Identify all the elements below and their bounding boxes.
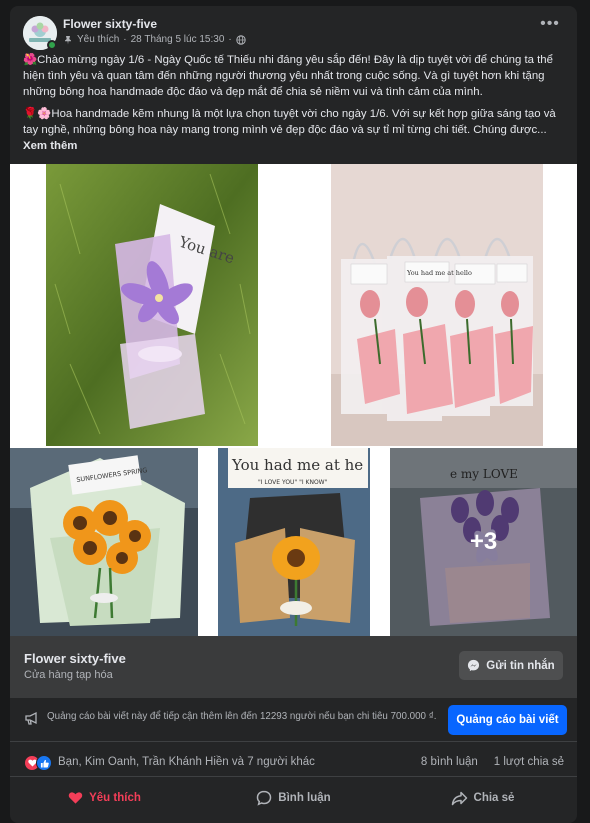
like-reaction-icon: [36, 755, 52, 771]
shop-bar: Flower sixty-five Cửa hàng tạp hóa Gửi t…: [10, 636, 577, 698]
share-label: Chia sẻ: [473, 792, 515, 804]
photo-4-card-text: You had me at he: [231, 456, 363, 474]
send-message-button[interactable]: Gửi tin nhắn: [459, 651, 563, 680]
meta-separator: ·: [123, 34, 127, 45]
post-paragraph-2-text: 🌹🌸Hoa handmade kẽm nhung là một lựa chọn…: [23, 108, 556, 137]
megaphone-icon: [25, 711, 37, 725]
photo-2-card-text: You had me at hello: [406, 269, 472, 277]
photo-2-image: You had me at hello: [295, 164, 577, 446]
boost-bar: Quảng cáo bài viết này để tiếp cận thêm …: [10, 698, 577, 742]
heart-icon: [68, 792, 83, 804]
more-photos-overlay[interactable]: +3: [390, 448, 577, 636]
photo-2[interactable]: You had me at hello: [295, 164, 577, 446]
like-button[interactable]: Yêu thích: [10, 779, 199, 817]
shop-category: Cửa hàng tạp hóa: [24, 669, 113, 681]
photo-1-image: You are: [10, 164, 293, 446]
comment-button[interactable]: Bình luận: [199, 779, 388, 817]
reactions-summary: Bạn, Kim Oanh, Trần Khánh Hiền và 7 ngườ…: [10, 749, 577, 777]
photo-4[interactable]: You had me at he "I LOVE YOU" "I KNOW": [200, 448, 388, 636]
engagement-counts: 8 bình luận 1 lượt chia sẻ: [421, 756, 564, 768]
photo-4-sub-text: "I LOVE YOU" "I KNOW": [258, 479, 328, 486]
post-card: Flower sixty-five Yêu thích · 28 Tháng 5…: [10, 6, 577, 823]
shop-name[interactable]: Flower sixty-five: [24, 651, 126, 666]
comment-icon: [257, 790, 272, 806]
messenger-icon: [468, 659, 480, 672]
post-timestamp[interactable]: 28 Tháng 5 lúc 15:30: [131, 34, 225, 45]
reaction-names[interactable]: Bạn, Kim Oanh, Trần Khánh Hiền và 7 ngườ…: [58, 756, 315, 768]
reaction-icons[interactable]: [24, 755, 52, 771]
boost-description: Quảng cáo bài viết này để tiếp cận thêm …: [47, 711, 437, 722]
post-text: 🌺Chào mừng ngày 1/6 - Ngày Quốc tế Thiếu…: [23, 53, 568, 162]
globe-icon[interactable]: [236, 34, 246, 45]
favorite-label[interactable]: Yêu thích: [77, 34, 119, 45]
share-count[interactable]: 1 lượt chia sẻ: [494, 756, 564, 768]
share-button[interactable]: Chia sẻ: [388, 779, 577, 817]
send-message-label: Gửi tin nhắn: [486, 659, 555, 672]
photo-3[interactable]: SUNFLOWERS SPRING: [10, 448, 198, 636]
photo-4-image: You had me at he "I LOVE YOU" "I KNOW": [200, 448, 388, 636]
online-status-dot: [47, 40, 57, 50]
post-paragraph-1: 🌺Chào mừng ngày 1/6 - Ngày Quốc tế Thiếu…: [23, 54, 553, 98]
see-more-link[interactable]: Xem thêm: [23, 140, 77, 152]
photo-1[interactable]: You are: [10, 164, 293, 446]
like-label: Yêu thích: [89, 792, 141, 804]
meta-separator-2: ·: [228, 34, 232, 45]
post-header: Flower sixty-five Yêu thích · 28 Tháng 5…: [10, 6, 577, 54]
post-paragraph-2: 🌹🌸Hoa handmade kẽm nhung là một lựa chọn…: [23, 107, 568, 154]
photo-5[interactable]: e my LOVE +3: [390, 448, 577, 636]
photo-3-image: SUNFLOWERS SPRING: [10, 448, 198, 636]
page-name[interactable]: Flower sixty-five: [63, 17, 157, 31]
more-options-icon[interactable]: •••: [539, 16, 561, 34]
post-actions: Yêu thích Bình luận Chia sẻ: [10, 779, 577, 817]
share-icon: [451, 791, 467, 805]
comment-label: Bình luận: [278, 792, 331, 804]
photo-grid: You are You had me at hello SUNFLOWERS S…: [10, 164, 577, 636]
post-meta: Yêu thích · 28 Tháng 5 lúc 15:30 ·: [63, 34, 246, 45]
pin-icon: [65, 35, 71, 44]
boost-post-button[interactable]: Quảng cáo bài viết: [448, 705, 567, 735]
comment-count[interactable]: 8 bình luận: [421, 756, 478, 768]
